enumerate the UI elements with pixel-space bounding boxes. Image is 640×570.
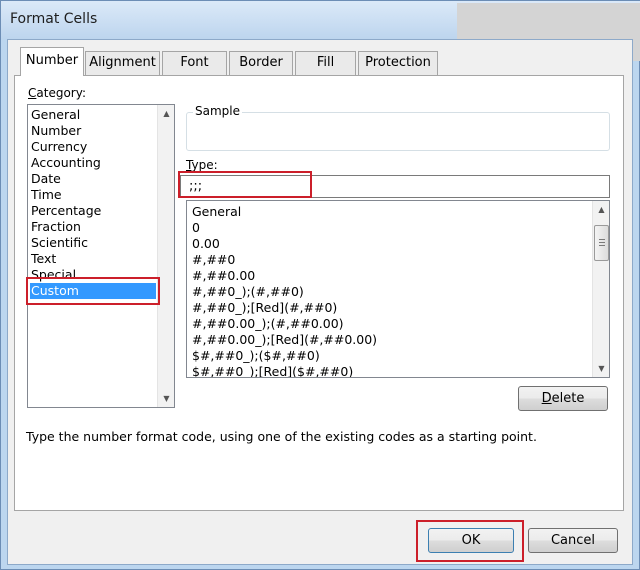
- category-item-time[interactable]: Time: [30, 187, 62, 203]
- tab-number[interactable]: Number: [20, 47, 84, 76]
- grip-line: [599, 242, 605, 243]
- tab-protection[interactable]: Protection: [358, 51, 438, 75]
- category-item-scientific[interactable]: Scientific: [30, 235, 88, 251]
- tab-border[interactable]: Border: [229, 51, 293, 75]
- scroll-down-arrow-icon[interactable]: ▼: [593, 360, 609, 377]
- type-input[interactable]: ;;;: [180, 175, 610, 198]
- format-item[interactable]: #,##0.00_);(#,##0.00): [191, 316, 344, 332]
- ok-button[interactable]: OK: [428, 528, 514, 553]
- tab-font[interactable]: Font: [162, 51, 227, 75]
- format-code-listbox[interactable]: General 0 0.00 #,##0 #,##0.00 #,##0_);(#…: [186, 200, 610, 378]
- format-item[interactable]: #,##0.00: [191, 268, 255, 284]
- format-item[interactable]: 0.00: [191, 236, 220, 252]
- format-item[interactable]: #,##0_);(#,##0): [191, 284, 304, 300]
- format-item[interactable]: #,##0: [191, 252, 235, 268]
- category-item-accounting[interactable]: Accounting: [30, 155, 101, 171]
- category-item-custom[interactable]: Custom: [30, 283, 156, 299]
- format-item[interactable]: $#,##0_);[Red]($#,##0): [191, 364, 353, 377]
- tab-alignment[interactable]: Alignment: [85, 51, 160, 75]
- scroll-up-arrow-icon[interactable]: ▲: [158, 105, 174, 122]
- cancel-button[interactable]: Cancel: [528, 528, 618, 553]
- category-item-date[interactable]: Date: [30, 171, 61, 187]
- format-scrollbar[interactable]: ▲ ▼: [592, 201, 609, 377]
- format-item[interactable]: #,##0_);[Red](#,##0): [191, 300, 337, 316]
- scroll-down-arrow-icon[interactable]: ▼: [158, 390, 174, 407]
- scroll-thumb[interactable]: [594, 225, 609, 261]
- category-item-percentage[interactable]: Percentage: [30, 203, 101, 219]
- scroll-up-arrow-icon[interactable]: ▲: [593, 201, 609, 218]
- format-item[interactable]: General: [191, 204, 241, 220]
- category-item-special[interactable]: Special: [30, 267, 76, 283]
- sample-label: Sample: [193, 104, 242, 118]
- category-item-number[interactable]: Number: [30, 123, 81, 139]
- category-item-general[interactable]: General: [30, 107, 80, 123]
- category-scrollbar[interactable]: ▲ ▼: [157, 105, 174, 407]
- category-label: Category:: [28, 86, 86, 100]
- sample-groupbox: Sample: [186, 104, 610, 151]
- category-item-currency[interactable]: Currency: [30, 139, 87, 155]
- type-label: Type:: [186, 158, 218, 172]
- format-item[interactable]: #,##0.00_);[Red](#,##0.00): [191, 332, 377, 348]
- grip-line: [599, 239, 605, 240]
- format-item[interactable]: 0: [191, 220, 200, 236]
- grip-line: [599, 245, 605, 246]
- window-title: Format Cells: [10, 11, 98, 27]
- format-item[interactable]: $#,##0_);($#,##0): [191, 348, 320, 364]
- category-listbox[interactable]: General Number Currency Accounting Date …: [27, 104, 175, 408]
- category-item-fraction[interactable]: Fraction: [30, 219, 81, 235]
- category-item-text[interactable]: Text: [30, 251, 56, 267]
- tab-fill[interactable]: Fill: [295, 51, 356, 75]
- format-description: Type the number format code, using one o…: [26, 429, 537, 444]
- delete-button[interactable]: Delete: [518, 386, 608, 411]
